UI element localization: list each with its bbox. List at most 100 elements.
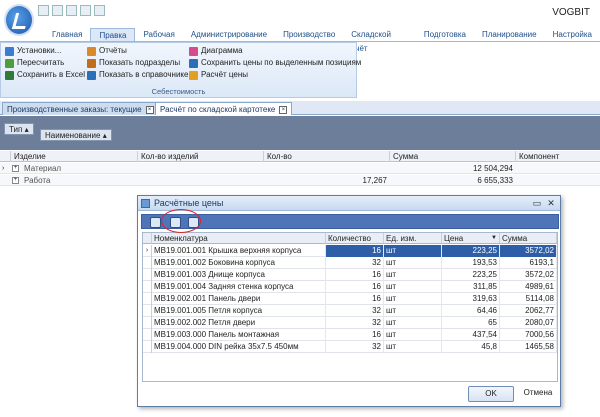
cell-sum: 3572,02 xyxy=(500,269,557,281)
col-header-unit[interactable]: Ед. изм. xyxy=(384,233,442,244)
cell-price: 45,8 xyxy=(442,341,500,353)
dialog-title-bar: Расчётные цены ▭ ✕ xyxy=(138,196,560,211)
table-row[interactable]: МВ19.001.002 Боковина корпуса 32 шт 193,53 6… xyxy=(143,257,557,269)
cell-name: МВ19.001.004 Задняя стенка корпуса xyxy=(152,281,326,293)
ok-button[interactable]: OK xyxy=(468,386,514,402)
close-icon[interactable]: × xyxy=(145,105,154,114)
col-header-quantity[interactable]: Количество xyxy=(326,233,384,244)
cell-unit: шт xyxy=(384,317,442,329)
group-button-name[interactable]: Наименование ▴ xyxy=(40,129,112,141)
cell-qty: 16 xyxy=(326,329,384,341)
cancel-button[interactable]: Отмена xyxy=(518,386,558,402)
ribbon-item[interactable]: Показать в справочнике xyxy=(87,69,188,81)
qat-back-icon[interactable] xyxy=(38,5,49,16)
cell-name: МВ19.001.003 Днище корпуса xyxy=(152,269,326,281)
cell-unit: шт xyxy=(384,257,442,269)
close-icon[interactable]: ✕ xyxy=(546,198,556,208)
doc-tab-orders[interactable]: Производственные заказы: текущие × xyxy=(2,102,159,115)
table-row[interactable]: МВ19.001.005 Петля корпуса 32 шт 64,46 2062,… xyxy=(143,305,557,317)
ribbon-item[interactable]: Пересчитать xyxy=(5,57,85,69)
ribbon-item[interactable]: Расчёт цены xyxy=(189,69,361,81)
row-sum: 6 655,333 xyxy=(477,176,513,185)
doc-tab-label: Расчёт по складской картотеке xyxy=(160,105,276,114)
cell-name: МВ19.004.000 DIN рейка 35x7.5 450мм xyxy=(152,341,326,353)
ribbon-item[interactable]: Диаграмма xyxy=(189,45,361,57)
tab-2[interactable]: Рабочая xyxy=(135,28,182,42)
cell-name: МВ19.003.000 Панель монтажная xyxy=(152,329,326,341)
ribbon-item-label: Сохранить в Excel xyxy=(17,70,86,79)
group-button-type[interactable]: Тип ▴ xyxy=(4,123,34,135)
table-row[interactable]: МВ19.001.004 Задняя стенка корпуса 16 шт 31… xyxy=(143,281,557,293)
document-tabs: Производственные заказы: текущие × Расчёт… xyxy=(0,101,600,115)
ribbon-panel: Установки... Пересчитать Сохранить в Excel… xyxy=(0,42,361,98)
highlight-circle xyxy=(161,209,201,233)
table-row[interactable]: › МВ19.001.001 Крышка верхняя корпуса 16 шт… xyxy=(143,245,557,257)
app-logo-icon[interactable] xyxy=(4,4,34,36)
minimize-icon[interactable]: ▭ xyxy=(532,198,542,208)
tab-6[interactable]: Подготовка xyxy=(416,28,474,42)
row-indicator-icon xyxy=(143,269,152,281)
expand-icon[interactable]: + xyxy=(12,165,19,172)
col-header-price[interactable]: Цена ▼ xyxy=(442,233,500,244)
tab-5[interactable]: Складской учёт xyxy=(343,28,416,53)
table-row[interactable]: + Работа 17,267 6 655,333 xyxy=(0,175,600,186)
row-indicator-icon xyxy=(143,317,152,329)
col-header-sum[interactable]: Сумма xyxy=(389,151,515,162)
tab-8[interactable]: Настройка xyxy=(545,28,600,42)
row-indicator-icon: › xyxy=(2,165,5,172)
qat-print-icon[interactable] xyxy=(80,5,91,16)
col-header-product[interactable]: Изделие xyxy=(10,151,140,162)
ribbon-item-label: Пересчитать xyxy=(17,58,65,67)
row-name: Материал xyxy=(24,164,62,173)
ribbon-item-label: Установки... xyxy=(17,46,62,55)
quick-access-toolbar xyxy=(38,5,105,19)
doc-tab-calc[interactable]: Расчёт по складской картотеке × xyxy=(155,102,293,115)
table-row[interactable]: МВ19.004.000 DIN рейка 35x7.5 450мм 32 шт 4… xyxy=(143,341,557,353)
close-icon[interactable]: × xyxy=(279,105,288,114)
app-window: VOGBIT Главная Правка Рабочая Администриров… xyxy=(0,0,600,417)
table-row[interactable]: МВ19.003.000 Панель монтажная 16 шт 437,54 7… xyxy=(143,329,557,341)
col-header-sum[interactable]: Сумма xyxy=(500,233,557,244)
tab-7[interactable]: Планирование xyxy=(474,28,545,42)
ribbon-item[interactable]: Показать подразделы xyxy=(87,57,188,69)
table-row[interactable]: › + Материал 12 504,294 xyxy=(0,163,600,174)
col-header-qty[interactable]: Кол-во xyxy=(263,151,389,162)
tab-0[interactable]: Главная xyxy=(44,28,90,42)
cell-sum: 2062,77 xyxy=(500,305,557,317)
row-indicator-icon xyxy=(143,329,152,341)
cell-unit: шт xyxy=(384,341,442,353)
ribbon-item[interactable]: Сохранить в Excel xyxy=(5,69,85,81)
col-header-product-qty[interactable]: Кол-во изделий xyxy=(137,151,263,162)
cell-name: МВ19.001.002 Боковина корпуса xyxy=(152,257,326,269)
cell-price: 223,25 xyxy=(442,245,500,257)
qat-add-icon[interactable] xyxy=(66,5,77,16)
tab-3[interactable]: Администрирование xyxy=(183,28,275,42)
cell-sum: 3572,02 xyxy=(500,245,557,257)
col-header-nomenclature[interactable]: Номенклатура xyxy=(152,233,326,244)
tab-4[interactable]: Производство xyxy=(275,28,343,42)
table-row[interactable]: МВ19.002.001 Панель двери 16 шт 319,63 5114,… xyxy=(143,293,557,305)
cell-sum: 5114,08 xyxy=(500,293,557,305)
prices-dialog: Расчётные цены ▭ ✕ Номенклатура Количест… xyxy=(137,195,561,407)
prices-table: Номенклатура Количество Ед. изм. Цена ▼ С… xyxy=(142,232,558,382)
ribbon-item[interactable]: Сохранить цены по выделенным позициям xyxy=(189,57,361,69)
main-grid-header: Изделие Кол-во изделий Кол-во Сумма Комп… xyxy=(0,151,600,162)
ribbon-item-label: Показать подразделы xyxy=(99,58,181,67)
col-header-component[interactable]: Компонент xyxy=(515,151,600,162)
ribbon-item-icon xyxy=(189,46,198,56)
tab-1[interactable]: Правка xyxy=(90,28,136,42)
qat-copy-icon[interactable] xyxy=(94,5,105,16)
cell-name: МВ19.001.001 Крышка верхняя корпуса xyxy=(152,245,326,257)
table-row[interactable]: МВ19.001.003 Днище корпуса 16 шт 223,25 3572… xyxy=(143,269,557,281)
qat-forward-icon[interactable] xyxy=(52,5,63,16)
cell-price: 64,46 xyxy=(442,305,500,317)
ribbon-item[interactable]: Установки... xyxy=(5,45,85,57)
expand-icon[interactable]: + xyxy=(12,177,19,184)
cell-sum: 4989,61 xyxy=(500,281,557,293)
cell-qty: 16 xyxy=(326,245,384,257)
refresh-icon[interactable] xyxy=(150,217,161,228)
cell-unit: шт xyxy=(384,329,442,341)
cell-price: 193,53 xyxy=(442,257,500,269)
table-row[interactable]: МВ19.002.002 Петля двери 32 шт 65 2080,07 xyxy=(143,317,557,329)
ribbon-item[interactable]: Отчёты xyxy=(87,45,188,57)
